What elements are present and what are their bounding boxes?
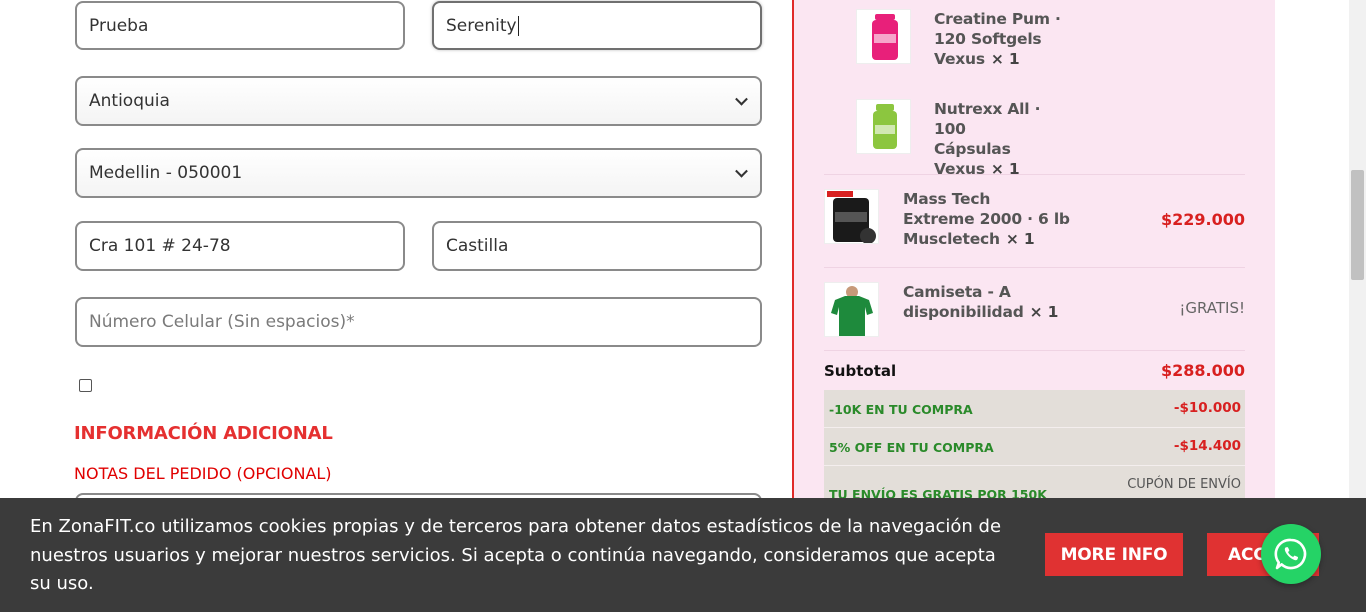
address2-value: Castilla [446,236,509,256]
last-name-value: Serenity [446,15,517,36]
ship-different-checkbox[interactable] [79,379,92,392]
product-image-mass-tech [824,189,879,244]
address-value: Cra 101 # 24-78 [89,236,231,256]
product-image-tshirt [824,282,879,337]
last-name-input[interactable]: Serenity [432,1,762,50]
discount-label: -10K EN TU COMPRA [829,402,973,417]
subtotal-value: $288.000 [1160,361,1245,380]
chevron-down-icon [735,164,748,178]
city-value: Medellin - 050001 [89,163,243,183]
discount-value: -$14.400 [1173,438,1241,454]
order-item-name: Creatine Pum · 120 Softgels Vexus × 1 [934,10,1061,68]
product-image-nutrexx [856,99,911,154]
order-item-qty: × 1 [990,50,1020,68]
more-info-button[interactable]: MORE INFO [1045,533,1183,576]
discount-value: -$10.000 [1173,400,1241,416]
address-input[interactable]: Cra 101 # 24-78 [75,221,405,271]
cookie-text: En ZonaFIT.co utilizamos cookies propias… [30,516,1002,594]
product-image-creatine [856,9,911,64]
additional-info-title: INFORMACIÓN ADICIONAL [74,423,333,444]
chevron-down-icon [735,92,748,106]
whatsapp-icon [1274,538,1307,570]
divider [824,350,1245,351]
order-item-name: Camiseta - A disponibilidad × 1 [903,283,1059,321]
order-item-price: $229.000 [1160,210,1245,229]
order-notes-label: NOTAS DEL PEDIDO (OPCIONAL) [74,464,332,483]
text-caret [517,15,519,36]
order-item-name: Nutrexx All · 100 Cápsulas Vexus × 1 [934,100,1041,178]
subtotal-label: Subtotal [824,362,897,380]
department-select[interactable]: Antioquia [75,76,762,126]
discount-row: 5% OFF EN TU COMPRA -$14.400 [824,428,1245,466]
order-item-qty: × 1 [1029,303,1059,321]
discount-value: CUPÓN DE ENVÍO [1127,477,1241,492]
city-select[interactable]: Medellin - 050001 [75,148,762,198]
divider [824,174,1245,175]
whatsapp-button[interactable] [1261,524,1321,584]
order-item-price: ¡GRATIS! [1179,299,1245,317]
divider [824,267,1245,268]
first-name-value: Prueba [89,15,149,36]
order-item-name: Mass Tech Extreme 2000 · 6 lb Muscletech… [903,190,1070,248]
phone-input[interactable]: Número Celular (Sin espacios)* [75,297,762,347]
discount-row: -10K EN TU COMPRA -$10.000 [824,390,1245,428]
order-item-qty: × 1 [1005,230,1035,248]
department-value: Antioquia [89,91,170,111]
discount-label: 5% OFF EN TU COMPRA [829,440,994,455]
phone-placeholder: Número Celular (Sin espacios)* [89,312,355,332]
address2-input[interactable]: Castilla [432,221,762,271]
order-item-qty: × 1 [990,160,1020,178]
scrollbar-thumb[interactable] [1351,170,1364,280]
first-name-input[interactable]: Prueba [75,1,405,50]
